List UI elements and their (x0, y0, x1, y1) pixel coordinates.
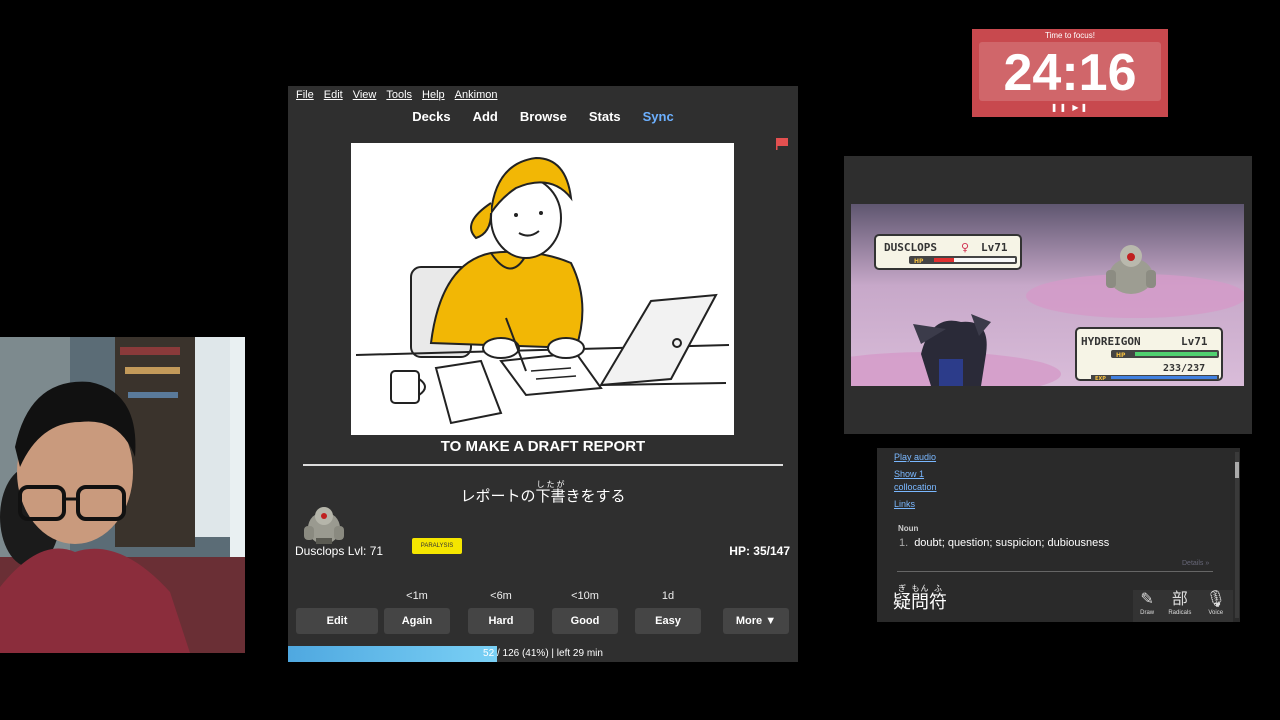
pokemon-battle-screen: DUSCLOPS ♀ Lv71 HP HYDREIGON Lv71 HP 233… (851, 204, 1244, 386)
input-tools: ✎ Draw 部 Radicals 🎙 Voice (1133, 590, 1233, 622)
draw-label: Draw (1140, 610, 1155, 616)
exp-label: EXP (1095, 376, 1106, 382)
hard-button[interactable]: Hard (468, 608, 534, 634)
hard-interval: <6m (490, 590, 512, 602)
timer-controls[interactable]: ❚❚ ▶❚ (972, 103, 1168, 112)
main-toolbar: Decks Add Browse Stats Sync (288, 104, 798, 128)
enemy-level: Lv71 (981, 241, 1008, 254)
webcam-feed (0, 337, 245, 653)
card-divider (303, 464, 783, 466)
nav-decks[interactable]: Decks (412, 109, 450, 124)
again-interval: <1m (406, 590, 428, 602)
dict-divider (897, 571, 1213, 572)
enemy-gender: ♀ (961, 241, 969, 254)
microphone-icon: 🎙 (1205, 591, 1226, 608)
back-ruby: 下書したが (535, 480, 566, 505)
card-illustration (351, 143, 734, 435)
progress-text: 52 / 126 (41%) | left 29 min (483, 648, 603, 659)
radicals-tool[interactable]: 部 Radicals (1168, 590, 1191, 622)
word-char-1: 疑ぎ (893, 584, 911, 612)
pokemon-hp: HP: 35/147 (729, 544, 790, 558)
word-char-2: 問もん (911, 584, 929, 612)
dict-scrollbar[interactable] (1235, 452, 1239, 618)
draw-tool[interactable]: ✎ Draw (1140, 590, 1154, 622)
play-audio-link[interactable]: Play audio (894, 452, 936, 462)
back-text-before: レポートの (460, 488, 536, 505)
details-link[interactable]: Details » (1182, 560, 1209, 567)
card-back-text: レポートの下書したがきをする (288, 480, 798, 506)
nav-stats[interactable]: Stats (589, 109, 621, 124)
more-button[interactable]: More ▼ (723, 608, 789, 634)
dusclops-sprite (304, 507, 344, 544)
menu-help[interactable]: Help (422, 89, 445, 101)
back-ruby-reading: したが (535, 480, 566, 489)
player-level: Lv71 (1181, 335, 1208, 348)
links-link[interactable]: Links (894, 499, 915, 509)
word-char-3: 符ふ (929, 584, 947, 612)
enemy-name: DUSCLOPS (884, 241, 937, 254)
answer-buttons: Edit <1m Again <6m Hard <10m Good 1d Eas… (288, 590, 798, 634)
voice-label: Voice (1208, 610, 1224, 616)
back-text-after: きをする (565, 488, 626, 505)
meaning-text: doubt; question; suspicion; dubiousness (914, 537, 1110, 549)
review-progress-bar: 52 / 126 (41%) | left 29 min (288, 646, 798, 662)
menu-file[interactable]: File (296, 89, 314, 101)
scroll-thumb[interactable] (1235, 462, 1239, 478)
flag-icon[interactable] (776, 138, 788, 150)
show-collocation-link-2[interactable]: collocation (894, 482, 937, 492)
player-name: HYDREIGON (1081, 335, 1141, 348)
dictionary-popup: Play audio Show 1 collocation Links Noun… (877, 448, 1240, 622)
menu-view[interactable]: View (353, 89, 377, 101)
timer-time: 24:16 (1003, 44, 1137, 102)
status-badge: PARALYSIS (412, 538, 462, 554)
voice-tool[interactable]: 🎙 Voice (1206, 590, 1226, 622)
good-interval: <10m (571, 590, 599, 602)
show-collocation-link[interactable]: Show 1 (894, 469, 924, 479)
pokemon-level-label: Dusclops Lvl: 71 (295, 544, 384, 558)
easy-button[interactable]: Easy (635, 608, 701, 634)
enemy-hp-label: HP (914, 258, 924, 265)
again-button[interactable]: Again (384, 608, 450, 634)
radicals-label: Radicals (1168, 610, 1192, 616)
menu-ankimon[interactable]: Ankimon (455, 89, 498, 101)
player-hp: 233/237 (1163, 363, 1205, 374)
draw-icon: ✎ (1140, 591, 1154, 608)
nav-sync[interactable]: Sync (643, 109, 674, 124)
meaning-1: 1. doubt; question; suspicion; dubiousnes… (899, 537, 1109, 549)
good-button[interactable]: Good (552, 608, 618, 634)
menu-edit[interactable]: Edit (324, 89, 343, 101)
menu-bar: File Edit View Tools Help Ankimon (288, 86, 798, 104)
dictionary-word: 疑ぎ問もん符ふ (893, 584, 947, 614)
radicals-icon: 部 (1171, 591, 1188, 608)
nav-browse[interactable]: Browse (520, 109, 567, 124)
part-of-speech: Noun (898, 524, 919, 533)
card-front-text: TO MAKE A DRAFT REPORT (440, 438, 646, 455)
nav-add[interactable]: Add (473, 109, 498, 124)
focus-timer: Time to focus! 24:16 ❚❚ ▶❚ (972, 29, 1168, 117)
timer-title: Time to focus! (1045, 31, 1095, 40)
anki-window: File Edit View Tools Help Ankimon Decks … (288, 86, 798, 662)
player-hp-label: HP (1116, 352, 1126, 359)
edit-button[interactable]: Edit (296, 608, 378, 634)
meaning-number: 1. (899, 537, 909, 549)
back-ruby-base: 下書 (535, 488, 566, 505)
easy-interval: 1d (661, 590, 675, 602)
menu-tools[interactable]: Tools (386, 89, 412, 101)
